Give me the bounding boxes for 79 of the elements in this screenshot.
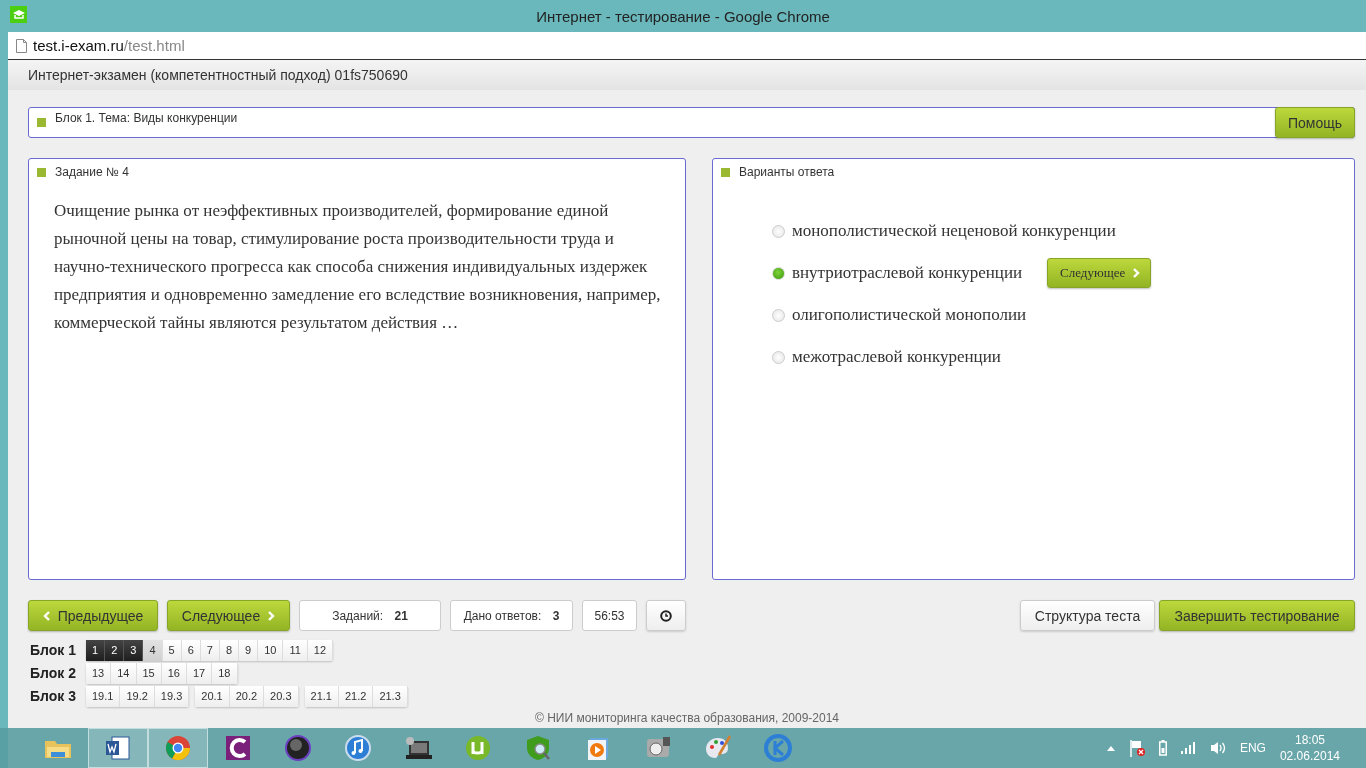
question-number[interactable]: 21.1 <box>304 685 339 707</box>
answers-counter: Дано ответов: 3 <box>450 600 573 631</box>
copyright-text: © НИИ мониторинга качества образования, 2009-2014 <box>535 711 839 725</box>
chevron-left-icon <box>42 610 50 621</box>
clock-time: 18:05 <box>1294 733 1325 747</box>
question-text: Очищение рынка от неэффективных производителей, формирование единой рыночной цены на товар, стимулирование роста производительности труда и научно-технического прогресса как способа снижения индивидуальных издержек предприятия и одновременно замедление его вследствие возникновения, например, коммерческой тайны являются результатом действия … <box>54 200 662 334</box>
question-number[interactable]: 11 <box>283 639 308 661</box>
k-circle-icon[interactable] <box>763 733 793 763</box>
radio-button[interactable] <box>772 266 785 280</box>
question-number[interactable]: 17 <box>187 662 213 684</box>
question-number[interactable]: 12 <box>307 639 334 661</box>
question-number[interactable]: 13 <box>86 662 112 684</box>
battery-icon[interactable] <box>1158 740 1167 756</box>
previous-button[interactable]: Предыдущее <box>28 600 158 631</box>
browser-icon[interactable] <box>163 733 193 763</box>
block-label: Блок 3 <box>30 688 77 704</box>
question-number[interactable]: 16 <box>161 662 187 684</box>
timer: 56:53 <box>582 600 637 631</box>
block-label: Блок 1 <box>30 642 77 658</box>
clock-button[interactable] <box>646 600 686 631</box>
question-number[interactable]: 9 <box>239 639 259 661</box>
chevron-right-icon <box>1133 268 1141 278</box>
question-number[interactable]: 21.3 <box>373 685 408 707</box>
question-number[interactable]: 20.3 <box>264 685 299 707</box>
clock-date: 02.06.2014 <box>1279 749 1340 763</box>
page-icon <box>16 38 27 53</box>
block-title: Блок 1. Тема: Виды конкуренции <box>55 110 239 125</box>
page-title: Интернет-экзамен (компетентностный подход) 01fs750690 <box>28 67 408 83</box>
answer-option[interactable]: олигополистической монополии <box>792 305 1027 325</box>
question-number[interactable]: 20.1 <box>195 685 230 707</box>
question-number[interactable]: 3 <box>124 639 144 661</box>
question-number[interactable]: 19.3 <box>154 685 190 707</box>
question-number[interactable]: 8 <box>219 639 239 661</box>
question-number[interactable]: 4 <box>143 639 163 661</box>
document-icon[interactable] <box>103 733 133 763</box>
answer-option[interactable]: монополистической неценовой конкуренции <box>792 221 1116 241</box>
answer-option[interactable]: внутриотраслевой конкуренции <box>792 263 1023 283</box>
letter-c-icon[interactable] <box>223 733 253 763</box>
app-icon <box>10 6 27 23</box>
question-number[interactable]: 18 <box>212 662 238 684</box>
question-number[interactable]: 6 <box>181 639 201 661</box>
radio-button[interactable] <box>772 350 785 364</box>
question-number[interactable]: 15 <box>136 662 162 684</box>
next-button[interactable]: Следующее <box>167 600 290 631</box>
knob-icon[interactable] <box>283 733 313 763</box>
question-number[interactable]: 19.1 <box>86 685 121 707</box>
question-number[interactable]: 2 <box>105 639 125 661</box>
flag-icon[interactable] <box>1128 739 1145 757</box>
panel-title: Варианты ответа <box>739 165 835 179</box>
speaker-icon[interactable] <box>1209 741 1226 755</box>
finish-button[interactable]: Завершить тестирование <box>1159 600 1355 631</box>
caret-up-icon[interactable] <box>1106 745 1115 751</box>
question-number[interactable]: 10 <box>258 639 284 661</box>
radio-button[interactable] <box>772 308 785 322</box>
answer-option[interactable]: межотраслевой конкуренции <box>792 347 1001 367</box>
panel-title: Задание № 4 <box>55 165 129 179</box>
address-field[interactable]: test.i-exam.ru/test.html <box>33 37 185 54</box>
question-number[interactable]: 21.2 <box>338 685 374 707</box>
structure-button[interactable]: Структура теста <box>1020 600 1155 631</box>
question-number[interactable]: 7 <box>200 639 220 661</box>
chevron-right-icon <box>268 610 276 621</box>
signal-icon[interactable] <box>1180 742 1196 754</box>
tasks-counter: Заданий: 21 <box>299 600 441 631</box>
music-icon[interactable] <box>343 733 373 763</box>
question-number[interactable]: 19.2 <box>120 685 155 707</box>
next-button[interactable]: Следующее <box>1047 258 1152 288</box>
square-icon <box>721 167 730 177</box>
square-icon <box>37 167 46 177</box>
window-title: Интернет - тестирование - Google Chrome <box>536 7 830 25</box>
torrent-icon[interactable] <box>463 733 493 763</box>
question-number[interactable]: 1 <box>86 639 106 661</box>
square-icon <box>37 118 46 127</box>
help-button[interactable]: Помощь <box>1274 107 1355 138</box>
block-label: Блок 2 <box>30 665 77 681</box>
question-number[interactable]: 5 <box>162 639 182 661</box>
question-number[interactable]: 20.2 <box>229 685 265 707</box>
clock-icon <box>660 609 672 622</box>
question-number[interactable]: 14 <box>111 662 137 684</box>
radio-button[interactable] <box>772 224 785 238</box>
